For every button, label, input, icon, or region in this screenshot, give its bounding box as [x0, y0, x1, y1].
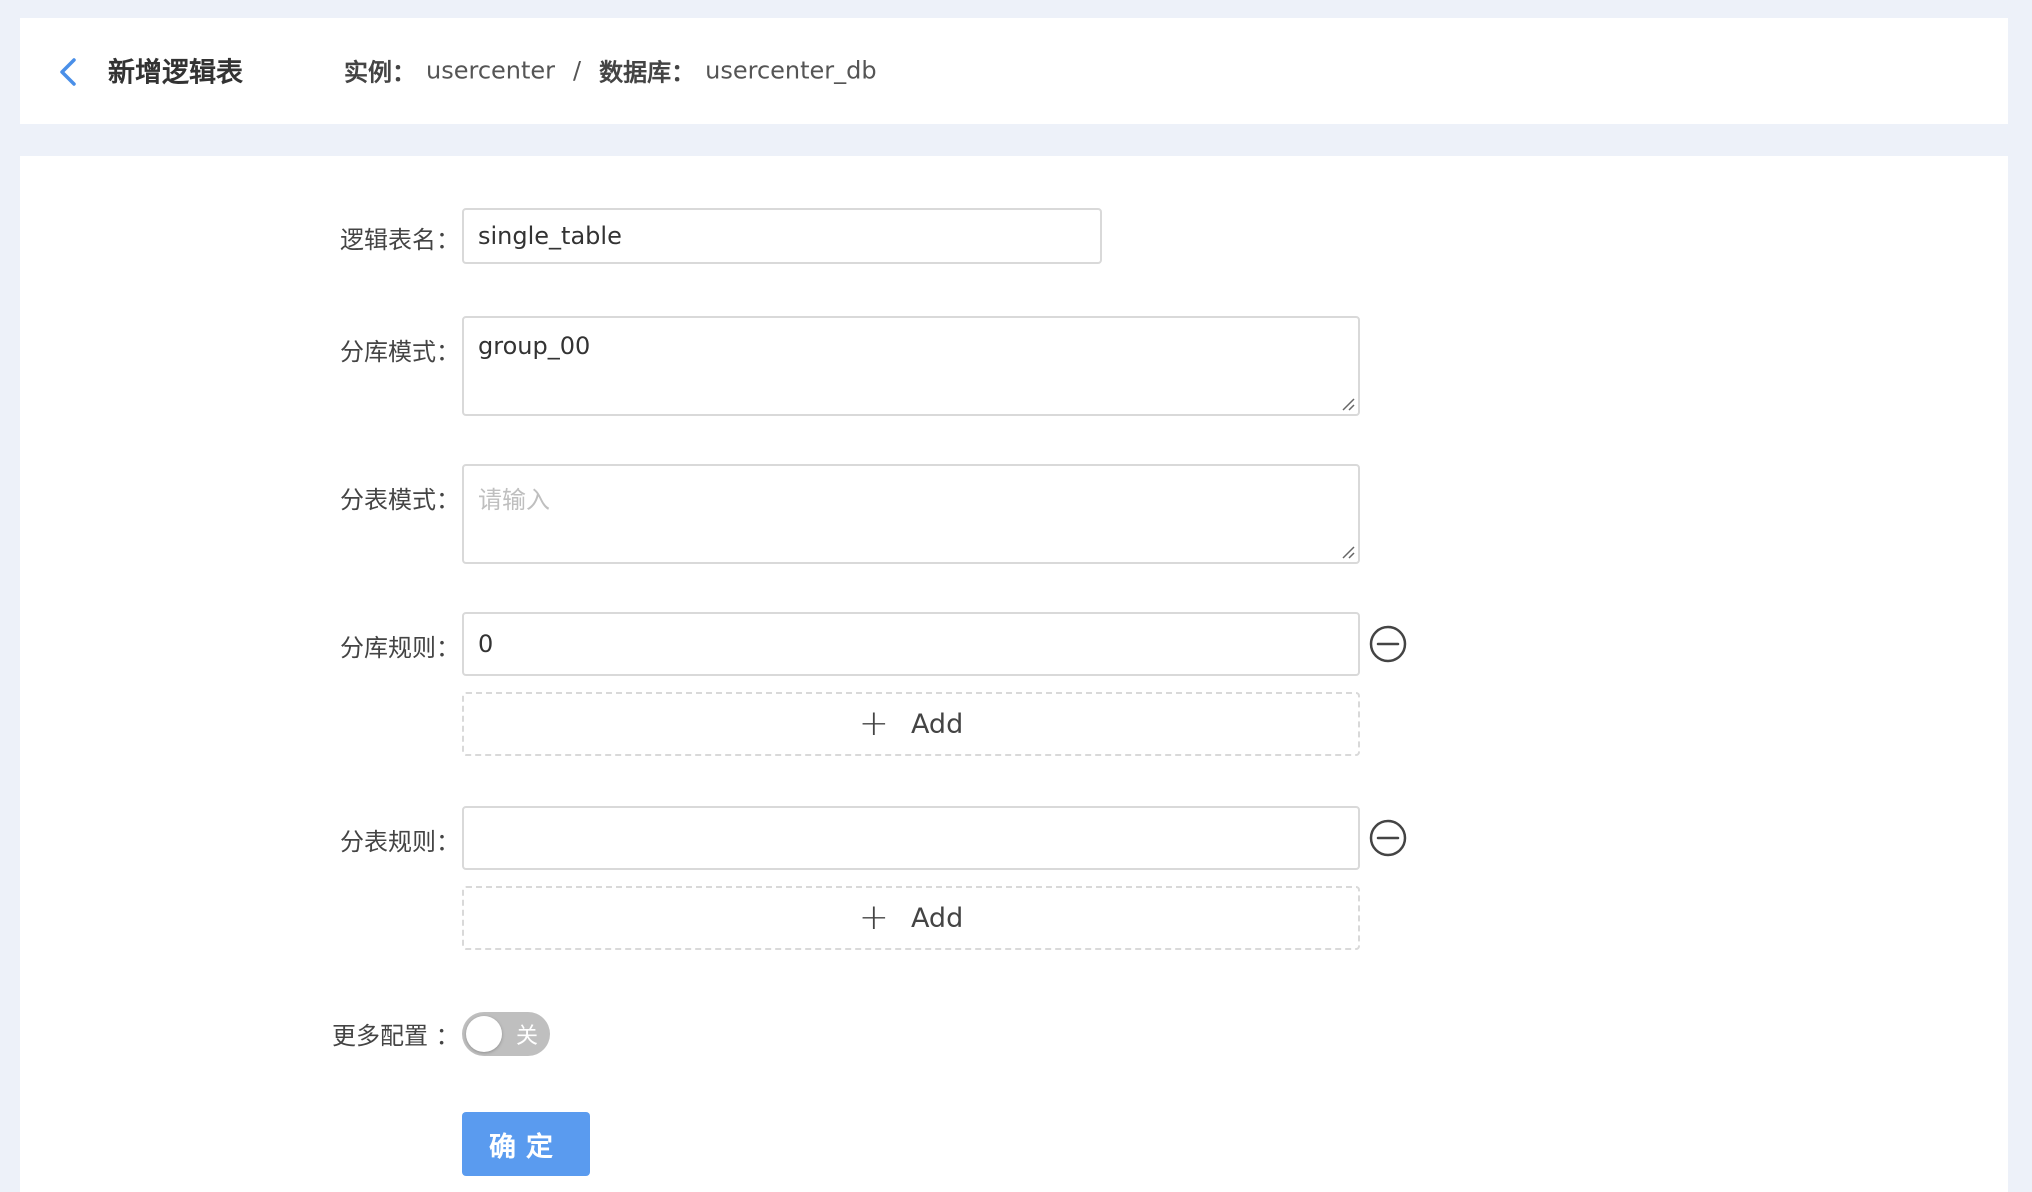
- page-title: 新增逻辑表: [108, 57, 243, 89]
- chevron-left-icon[interactable]: [50, 52, 90, 92]
- table-rule-input[interactable]: [462, 806, 1360, 870]
- table-rule-label: 分表规则：: [340, 828, 460, 856]
- instance-label: 实例：: [344, 58, 416, 87]
- table-rule-add-button[interactable]: + Add: [462, 886, 1360, 950]
- more-config-label: 更多配置 ：: [332, 1022, 460, 1050]
- db-rule-input[interactable]: 0: [462, 612, 1360, 676]
- breadcrumb: 实例： usercenter / 数据库： usercenter_db: [344, 53, 877, 88]
- page-header: 新增逻辑表 实例： usercenter / 数据库： usercenter_d…: [20, 18, 2008, 124]
- more-config-switch[interactable]: 关: [462, 1012, 550, 1056]
- table-rule-add-label: Add: [910, 902, 964, 934]
- db-pattern-value: group_00: [478, 332, 591, 360]
- form-panel: 逻辑表名： single_table 分库模式： group_00 分表模式： …: [20, 156, 2008, 1192]
- table-pattern-textarea[interactable]: 请输入: [462, 464, 1360, 564]
- resize-grip-icon[interactable]: [1341, 397, 1355, 411]
- database-label: 数据库：: [599, 58, 696, 87]
- minus-circle-icon[interactable]: [1368, 624, 1408, 664]
- switch-text: 关: [515, 1024, 538, 1049]
- database-value: usercenter_db: [705, 56, 877, 84]
- db-rule-add-button[interactable]: + Add: [462, 692, 1360, 756]
- minus-circle-icon[interactable]: [1368, 818, 1408, 858]
- logical-table-name-value: single_table: [478, 222, 622, 250]
- db-rule-value: 0: [478, 630, 494, 658]
- db-pattern-label: 分库模式：: [340, 338, 460, 366]
- switch-knob: [466, 1016, 502, 1052]
- db-pattern-textarea[interactable]: group_00: [462, 316, 1360, 416]
- submit-button[interactable]: 确定: [462, 1112, 590, 1176]
- instance-value: usercenter: [426, 56, 556, 84]
- plus-icon: +: [858, 703, 889, 744]
- table-pattern-placeholder: 请输入: [478, 486, 550, 514]
- table-pattern-label: 分表模式：: [340, 486, 460, 514]
- resize-grip-icon[interactable]: [1341, 545, 1355, 559]
- logical-table-name-input[interactable]: single_table: [462, 208, 1102, 264]
- db-rule-add-label: Add: [910, 708, 964, 740]
- breadcrumb-separator: /: [573, 56, 582, 84]
- db-rule-label: 分库规则：: [340, 634, 460, 662]
- logical-table-name-label: 逻辑表名：: [340, 226, 460, 254]
- plus-icon: +: [858, 897, 889, 938]
